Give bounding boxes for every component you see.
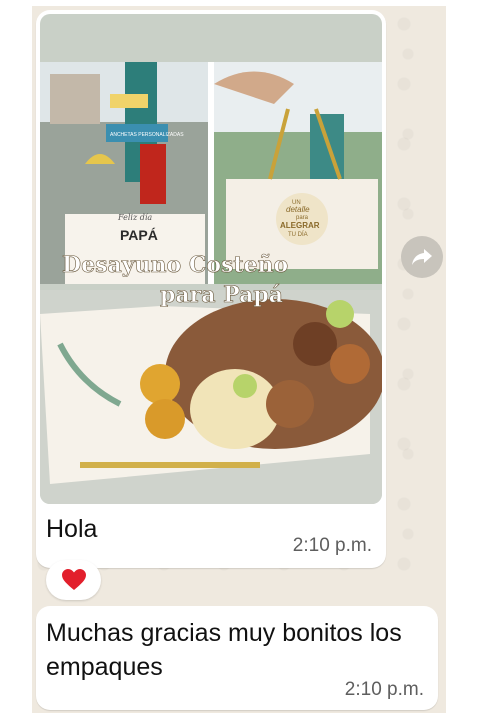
box-label-small: Feliz día [117,213,152,222]
bag-text-line5: TU DÍA [288,231,308,238]
text-message-bubble[interactable]: Muchas gracias muy bonitos los empaques … [36,606,438,710]
sign-text: ANCHETAS PERSONALIZADAS [110,132,184,138]
message-reaction[interactable] [46,560,101,600]
bag-text-line2: detalle [286,205,310,214]
message-timestamp: 2:10 p.m. [292,535,372,556]
message-timestamp: 2:10 p.m. [344,679,424,700]
overlay-title-line2: para Papá [160,282,283,308]
image-message-bubble[interactable]: Desayuno Costeño para Papá Feliz día PAP… [36,10,386,568]
bag-text-line4: ALEGRAR [280,221,320,230]
message-text: Hola [46,515,98,543]
forward-button[interactable] [401,236,443,278]
overlay-title-line1: Desayuno Costeño [62,252,288,278]
box-label-big: PAPÁ [120,227,158,243]
red-heart-icon [61,569,86,590]
message-text: Muchas gracias muy bonitos los empaques [46,619,402,681]
shared-photo-collage[interactable]: Desayuno Costeño para Papá Feliz día PAP… [40,14,382,504]
share-forward-icon [412,249,432,265]
